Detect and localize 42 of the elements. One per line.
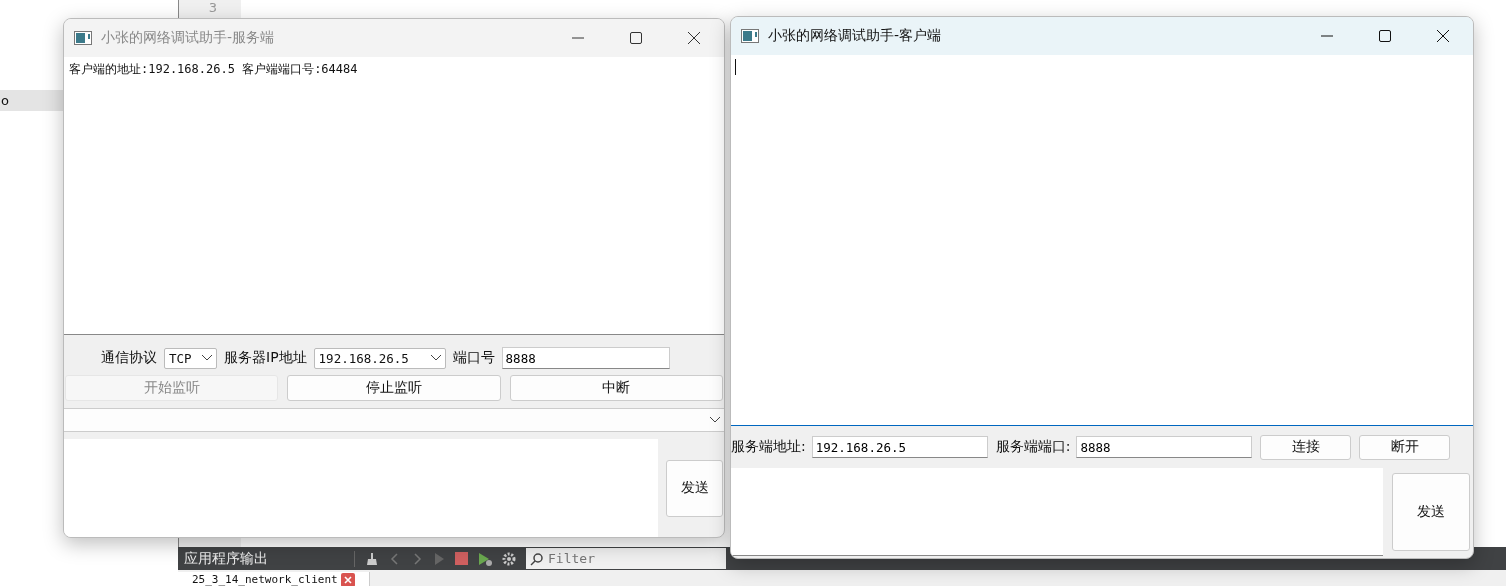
app-icon [741, 29, 759, 43]
run-debug-icon[interactable] [478, 551, 492, 566]
port-field[interactable]: 8888 [501, 347, 670, 369]
maximize-icon[interactable] [630, 32, 642, 44]
chevron-icon [202, 355, 212, 361]
chevron-icon [430, 355, 441, 361]
send-button[interactable]: 发送 [666, 459, 723, 517]
text-cursor [735, 59, 736, 75]
log-text: 客户端的地址:192.168.26.5 客户端端口号:64484 [69, 62, 358, 76]
ip-label: 服务器IP地址 [224, 349, 307, 367]
line-number: 3 [208, 0, 217, 15]
filter-field[interactable]: Filter [526, 548, 726, 569]
window-title: 小张的网络调试助手-服务端 [101, 29, 275, 47]
log-area[interactable]: 客户端的地址:192.168.26.5 客户端端口号:64484 [64, 57, 724, 335]
port-label: 端口号 [452, 349, 495, 367]
chevron-icon [710, 417, 720, 423]
action-button[interactable]: 连接 [1260, 434, 1352, 460]
action-button[interactable]: 停止监听 [287, 375, 501, 401]
sidebar-item[interactable]: o [0, 90, 63, 111]
action-button[interactable]: 断开 [1359, 434, 1451, 460]
output-tab[interactable]: 25_3_14_network_client [178, 571, 370, 586]
send-button[interactable]: 发送 [1392, 473, 1470, 551]
play-icon[interactable] [433, 551, 445, 566]
broom-icon[interactable] [365, 551, 379, 566]
message-input[interactable] [64, 439, 658, 537]
action-button[interactable]: 中断 [509, 375, 723, 401]
tab-label: 25_3_14_network_client [192, 573, 338, 586]
close-icon[interactable] [688, 32, 700, 44]
port-label: 服务端端口: [995, 438, 1071, 456]
protocol-label: 通信协议 [101, 349, 157, 367]
close-icon[interactable] [1437, 30, 1449, 42]
ip-dropdown[interactable]: 192.168.26.5 [313, 347, 446, 369]
address-field[interactable]: 192.168.26.5 [811, 436, 988, 458]
port-field[interactable]: 8888 [1076, 436, 1253, 458]
app-icon [74, 31, 92, 45]
maximize-icon[interactable] [1379, 30, 1391, 42]
address-label: 服务端地址: [731, 438, 806, 456]
window-title: 小张的网络调试助手-客户端 [768, 27, 942, 45]
message-input[interactable] [731, 468, 1383, 556]
panel-title: 应用程序输出 [184, 549, 269, 568]
settings-icon[interactable] [502, 551, 516, 566]
protocol-dropdown[interactable]: TCP [164, 347, 217, 369]
